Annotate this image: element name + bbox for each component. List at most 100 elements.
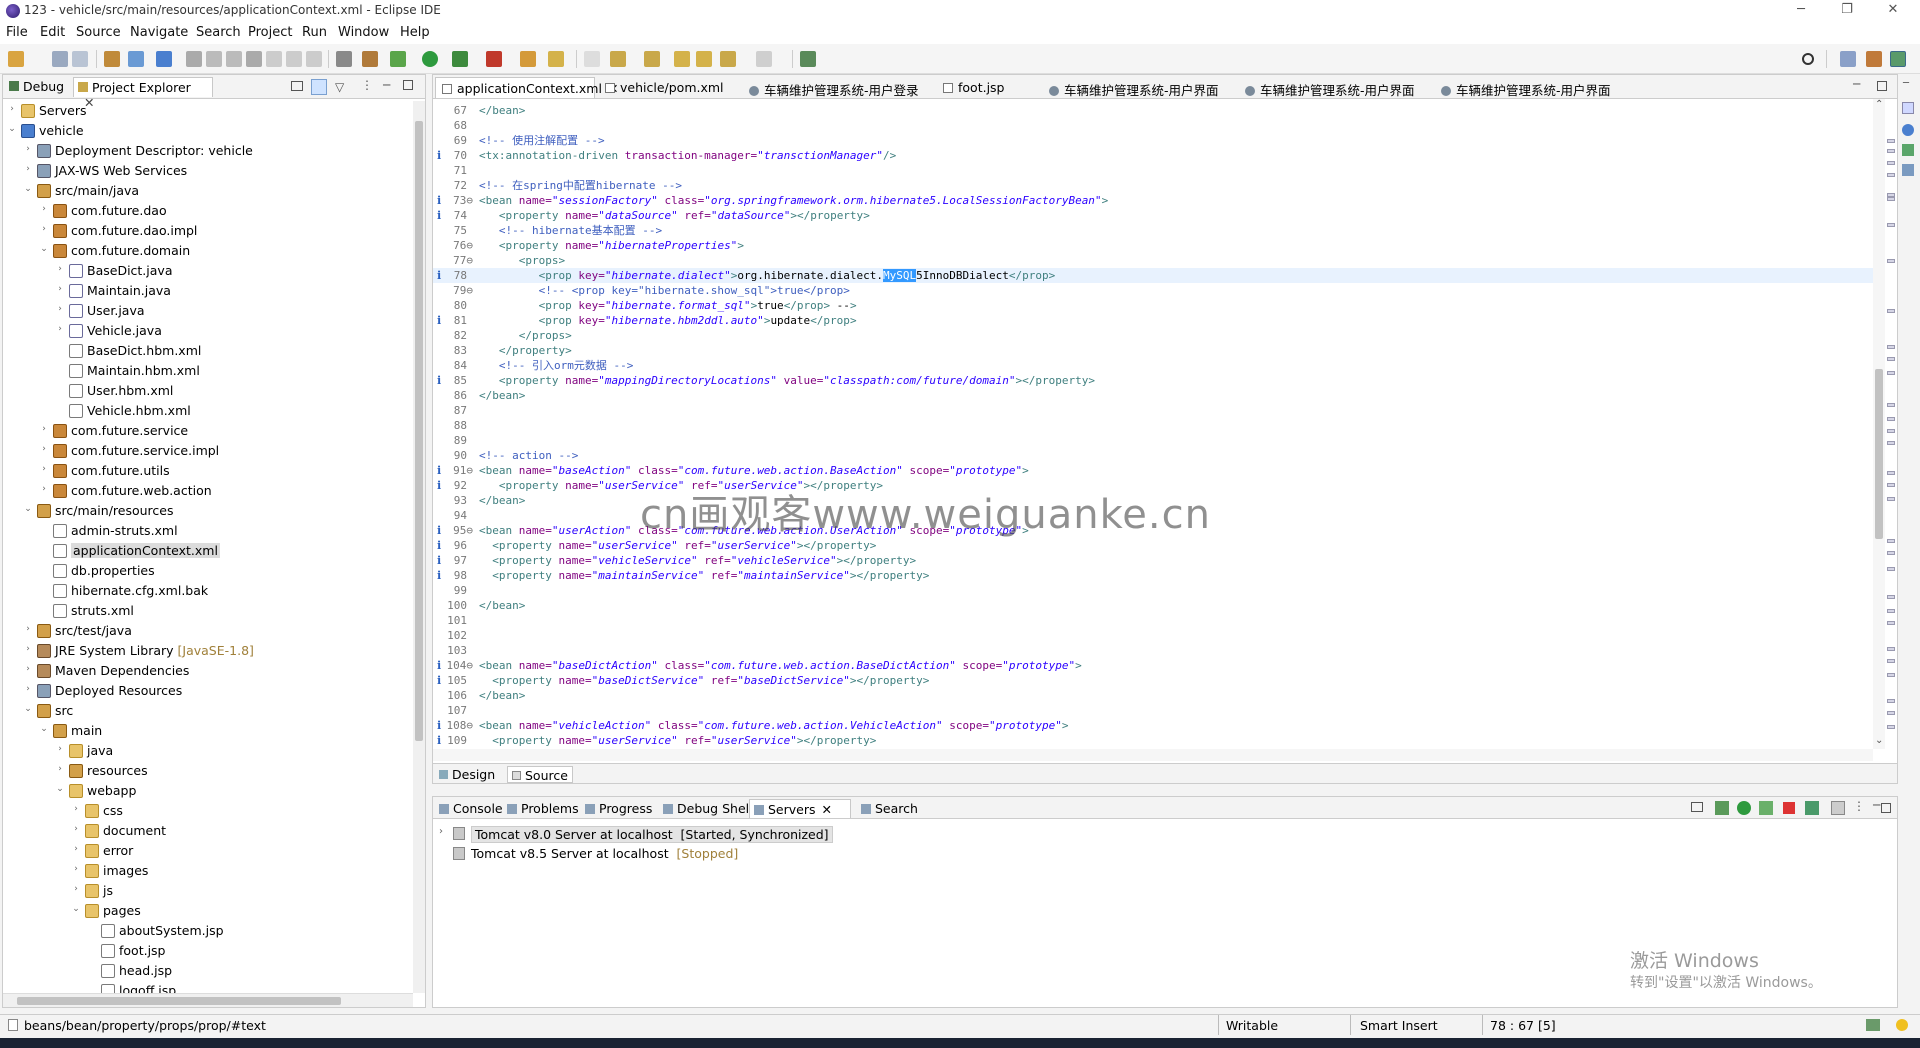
code-line[interactable]: i 96 <property name="userService" ref="us… (433, 538, 1873, 553)
code-view[interactable]: 67 </bean> 68 69 <!-- 使用注解配置 --> i 70 <tx:annot… (433, 99, 1873, 749)
tree-item[interactable]: ⌄ src (3, 701, 413, 721)
collapse-all-icon[interactable] (291, 81, 303, 91)
skip-breakpoints-icon[interactable] (156, 51, 172, 67)
tree-twisty-icon[interactable]: › (39, 444, 49, 454)
overview-marker[interactable] (1887, 609, 1895, 613)
view-menu-icon[interactable]: ⋮ (361, 78, 373, 92)
tree-twisty-icon[interactable]: › (39, 464, 49, 474)
code-line[interactable]: 67 </bean> (433, 103, 1873, 118)
open-type-icon[interactable] (362, 51, 378, 67)
code-line[interactable]: 84 <!-- 引入orm元数据 --> (433, 358, 1873, 373)
tree-item[interactable]: User.hbm.xml (3, 381, 413, 401)
overview-marker[interactable] (1887, 139, 1895, 143)
bottom-tab[interactable]: Problems (503, 799, 579, 818)
terminate-icon[interactable] (226, 51, 242, 67)
overview-marker[interactable] (1887, 647, 1895, 651)
overview-marker[interactable] (1887, 417, 1895, 421)
last-edit-icon[interactable] (674, 51, 690, 67)
overview-marker[interactable] (1887, 149, 1895, 153)
debug-server-icon[interactable] (1715, 801, 1729, 815)
publish-icon[interactable] (1805, 801, 1819, 815)
code-line[interactable]: 75 <!-- hibernate基本配置 --> (433, 223, 1873, 238)
terminal-icon[interactable] (128, 51, 144, 67)
collapse-all-icon[interactable] (1691, 802, 1703, 812)
menu-search[interactable]: Search (196, 25, 241, 40)
overview-marker[interactable] (1887, 309, 1895, 313)
link-with-editor-icon[interactable] (311, 79, 327, 95)
editor-tab[interactable]: 车辆维护管理系统-用户界面 (1435, 77, 1627, 98)
next-annotation-icon[interactable] (610, 51, 626, 67)
tree-item[interactable]: ⌄ webapp (3, 781, 413, 801)
tips-icon[interactable] (1896, 1019, 1908, 1031)
expand-icon[interactable]: › (439, 826, 443, 837)
tree-item[interactable]: › java (3, 741, 413, 761)
pin-editor-icon[interactable] (800, 51, 816, 67)
tree-item[interactable]: ⌄ main (3, 721, 413, 741)
tree-twisty-icon[interactable]: › (23, 164, 33, 174)
tree-item[interactable]: ⌄ pages (3, 901, 413, 921)
overview-marker[interactable] (1887, 223, 1895, 227)
code-line[interactable]: i 74 <property name="dataSource" ref="dat… (433, 208, 1873, 223)
scroll-thumb[interactable] (415, 121, 423, 741)
coverage-icon[interactable] (452, 51, 468, 67)
disconnect-icon[interactable] (1831, 801, 1845, 815)
tree-item[interactable]: › com.future.service.impl (3, 441, 413, 461)
tree-item[interactable]: ⌄ com.future.domain (3, 241, 413, 261)
tree-twisty-icon[interactable]: › (71, 824, 81, 834)
forward-history-icon[interactable] (696, 51, 712, 67)
tree-item[interactable]: › JRE System Library [JavaSE-1.8] (3, 641, 413, 661)
tree-twisty-icon[interactable]: › (71, 864, 81, 874)
server-status-icon[interactable] (1866, 1019, 1880, 1031)
menu-file[interactable]: File (6, 25, 28, 40)
menu-source[interactable]: Source (76, 25, 121, 40)
open-perspective-icon[interactable] (1840, 51, 1856, 67)
tree-item[interactable]: › src/test/java (3, 621, 413, 641)
tree-twisty-icon[interactable]: › (23, 644, 33, 654)
save-all-icon[interactable] (72, 51, 88, 67)
tree-twisty-icon[interactable]: › (39, 224, 49, 234)
tree-item[interactable]: hibernate.cfg.xml.bak (3, 581, 413, 601)
variables-icon[interactable] (1902, 102, 1914, 114)
tree-item[interactable]: head.jsp (3, 961, 413, 981)
menu-help[interactable]: Help (400, 25, 430, 40)
tree-twisty-icon[interactable]: › (55, 744, 65, 754)
debug-perspective-icon[interactable] (1890, 51, 1906, 67)
overview-marker[interactable] (1887, 497, 1895, 501)
tree-twisty-icon[interactable]: › (7, 104, 17, 114)
tree-twisty-icon[interactable]: › (23, 684, 33, 694)
code-line[interactable]: i 98 <property name="maintainService" ref… (433, 568, 1873, 583)
code-line[interactable]: 82 </props> (433, 328, 1873, 343)
code-line[interactable]: i 104⊖ <bean name="baseDictAction" class="… (433, 658, 1873, 673)
run-icon[interactable] (422, 51, 438, 67)
tree-twisty-icon[interactable]: › (39, 204, 49, 214)
overview-marker[interactable] (1887, 441, 1895, 445)
tree-item[interactable]: BaseDict.hbm.xml (3, 341, 413, 361)
code-line[interactable]: 77⊖ <props> (433, 253, 1873, 268)
tree-item[interactable]: › Vehicle.java (3, 321, 413, 341)
tree-item[interactable]: Vehicle.hbm.xml (3, 401, 413, 421)
code-line[interactable]: 101 (433, 613, 1873, 628)
tree-item[interactable]: logoff.jsp (3, 981, 413, 993)
tree-twisty-icon[interactable]: › (71, 804, 81, 814)
tree-twisty-icon[interactable]: › (55, 284, 65, 294)
outline-icon[interactable] (1902, 164, 1914, 176)
tree-item[interactable]: Maintain.hbm.xml (3, 361, 413, 381)
resume-icon[interactable] (186, 51, 202, 67)
code-line[interactable]: i 85 <property name="mappingDirectoryLoca… (433, 373, 1873, 388)
scroll-down-icon[interactable]: ⌄ (1875, 735, 1883, 746)
tree-item[interactable]: › com.future.service (3, 421, 413, 441)
menu-run[interactable]: Run (302, 25, 327, 40)
code-line[interactable]: 90 <!-- action --> (433, 448, 1873, 463)
code-line[interactable]: i 108⊖ <bean name="vehicleAction" class="c… (433, 718, 1873, 733)
tab-source[interactable]: Source (507, 766, 573, 783)
code-line[interactable]: 88 (433, 418, 1873, 433)
editor-tab[interactable]: foot.jsp (937, 77, 1039, 98)
code-line[interactable]: 106 </bean> (433, 688, 1873, 703)
overview-marker[interactable] (1887, 539, 1895, 543)
bottom-tab[interactable]: Console (435, 799, 503, 818)
overview-marker[interactable] (1887, 551, 1895, 555)
bottom-tab[interactable]: Debug Shell (659, 799, 753, 818)
tree-item[interactable]: › error (3, 841, 413, 861)
tree-item[interactable]: admin-struts.xml (3, 521, 413, 541)
code-line[interactable]: i 81 <prop key="hibernate.hbm2ddl.auto">u… (433, 313, 1873, 328)
